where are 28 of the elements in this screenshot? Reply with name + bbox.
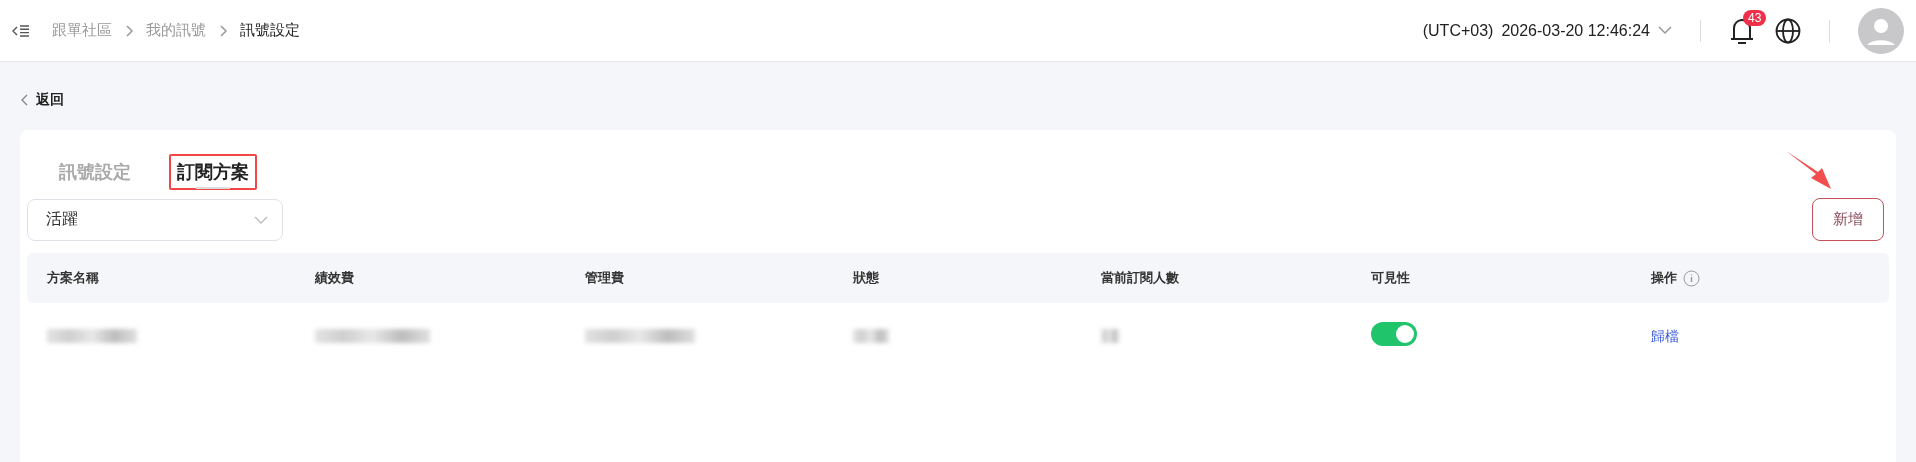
- chevron-left-icon[interactable]: [20, 94, 28, 106]
- timezone-label: (UTC+03): [1422, 21, 1494, 40]
- tab[interactable]: 訂閱方案: [169, 154, 257, 190]
- status-select[interactable]: 活躍: [27, 198, 283, 241]
- column-header: 管理費: [585, 269, 624, 287]
- collapse-menu-icon[interactable]: [12, 22, 30, 39]
- archive-link[interactable]: 歸檔: [1651, 328, 1679, 346]
- globe-icon[interactable]: [1775, 17, 1801, 44]
- chevron-icon: [124, 24, 134, 37]
- chevron-down-icon[interactable]: [1658, 26, 1672, 35]
- avatar-icon[interactable]: [1858, 7, 1904, 54]
- visibility-toggle[interactable]: [1371, 322, 1417, 346]
- back-link[interactable]: 返回: [36, 91, 64, 109]
- column-header: 當前訂閱人數: [1101, 269, 1179, 287]
- chevron-down-icon: [254, 215, 268, 224]
- redacted-text: [1101, 329, 1119, 343]
- column-header: 可見性: [1371, 269, 1410, 287]
- add-button[interactable]: 新增: [1812, 198, 1884, 241]
- redacted-text: [853, 329, 889, 343]
- column-header: 績效費: [315, 269, 354, 287]
- column-header: 狀態: [853, 269, 879, 287]
- datetime-label: 2026-03-20 12:46:24: [1501, 21, 1650, 40]
- info-icon[interactable]: [1683, 269, 1700, 287]
- breadcrumb-item: 訊號設定: [240, 21, 300, 40]
- notification-badge: 43: [1743, 9, 1767, 26]
- chevron-icon: [218, 24, 228, 37]
- column-header: 方案名稱: [47, 269, 99, 287]
- column-header: 操作: [1651, 269, 1677, 287]
